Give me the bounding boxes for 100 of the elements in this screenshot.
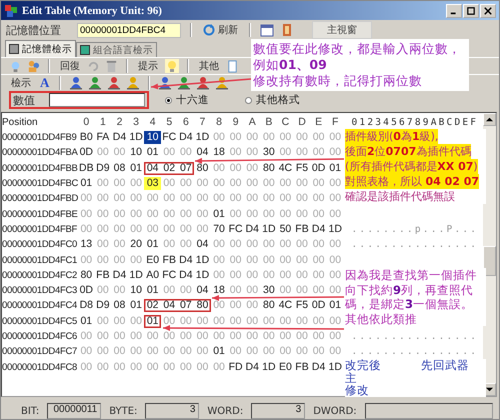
document-icon[interactable]	[226, 60, 239, 72]
column-header: 8	[215, 116, 223, 129]
hex-cell-text: 1D	[327, 222, 343, 236]
radio-option[interactable]: 十六進	[165, 93, 209, 107]
hex-cell-text: 00	[328, 238, 342, 252]
person-icon[interactable]	[215, 76, 230, 90]
address-cell: 00000001DD4FBD	[2, 193, 78, 204]
hex-cell-text: 00	[112, 192, 126, 206]
hex-cell-text: 00	[312, 177, 326, 190]
column-header: 6	[182, 116, 190, 129]
lightbulb-icon[interactable]	[165, 59, 179, 73]
hex-cell-text: D4	[178, 131, 194, 144]
other-button[interactable]: 其他	[197, 59, 221, 73]
address-field[interactable]: 00000001DD4FBC4	[77, 22, 181, 38]
hex-cell-text: 00	[295, 254, 309, 267]
hex-cell-text: 00	[79, 192, 94, 206]
hex-cell-text: 1D	[128, 268, 144, 282]
hex-cell-text: 00	[129, 192, 143, 206]
hex-cell-text: 00	[96, 146, 110, 160]
view-button[interactable]: 檢示	[9, 76, 33, 90]
hex-cell-text: 00	[112, 208, 126, 221]
hex-cell-text: 00	[146, 222, 160, 236]
trash-icon[interactable]	[105, 60, 118, 72]
hex-cell-text: 00	[79, 345, 94, 358]
people-icon[interactable]	[27, 60, 40, 72]
hex-cell-text: 01	[328, 162, 342, 175]
tab[interactable]: 記憶體檢示	[5, 40, 76, 57]
close-button[interactable]	[480, 4, 496, 18]
hex-cell-text: 1D	[128, 131, 144, 144]
hex-cell-text: FA	[95, 131, 110, 144]
scroll-thumb[interactable]	[483, 246, 496, 276]
person-icon[interactable]	[158, 76, 172, 90]
hex-cell-text: 00	[212, 360, 226, 374]
lightbulb-icon[interactable]	[9, 60, 22, 72]
hex-cell-text: 00	[295, 192, 309, 206]
hex-cell-text: 00	[112, 238, 126, 252]
hex-cell-text: 00	[179, 177, 193, 190]
hex-cell-text: 00	[262, 131, 276, 144]
hex-cell-text: 01	[79, 177, 94, 190]
hex-cell-text: 00	[312, 131, 326, 144]
refresh-button[interactable]: 刷新	[201, 23, 240, 37]
address-cell: 00000001DD4FC3	[2, 285, 78, 296]
hex-cell-text: 00	[295, 284, 309, 298]
minimize-button[interactable]	[446, 4, 462, 18]
hex-cell-text: 70	[212, 222, 226, 236]
hex-cell-text: 00	[312, 345, 326, 358]
person-icon[interactable]	[107, 76, 122, 90]
main-window-button[interactable]: 主視窗	[312, 21, 372, 39]
hex-cell-text: 18	[212, 284, 226, 298]
hex-cell-text: 4C	[278, 162, 294, 175]
tab[interactable]: 組合語言檢示	[76, 42, 157, 57]
hex-cell-text: 00	[328, 177, 342, 190]
hex-cell-text: FC	[161, 268, 178, 282]
person-icon[interactable]	[196, 76, 210, 90]
person-icon[interactable]	[69, 76, 84, 90]
hex-cell-text: D8	[78, 299, 94, 312]
door-icon[interactable]	[280, 23, 294, 37]
scroll-up-icon[interactable]	[486, 116, 493, 123]
restore-button[interactable]: 回復	[58, 59, 82, 73]
hex-cell-text: 00	[278, 238, 292, 252]
hex-cell-text: 00	[162, 345, 176, 358]
hex-cell-text: 30	[262, 284, 276, 298]
annotation-text: 確認是該插件代碼無誤	[345, 189, 455, 204]
hex-cell-text: 00	[295, 314, 309, 328]
hex-cell-text: 00	[196, 345, 210, 358]
person-icon[interactable]	[177, 76, 192, 90]
hex-cell-text: 00	[278, 146, 292, 160]
hex-cell-text: 00	[262, 177, 276, 190]
annotation-text: 其他依此類推	[345, 312, 417, 326]
address-cell: 00000001DD4FC7	[2, 346, 78, 358]
hex-cell-text: 00	[112, 314, 126, 328]
hex-cell-text: 00	[212, 254, 226, 267]
person-icon[interactable]	[126, 76, 140, 90]
value-field[interactable]	[49, 93, 145, 107]
hex-cell-text: 00	[96, 345, 110, 358]
value-label: 數值	[13, 92, 35, 108]
hex-cell-text: 00	[245, 162, 260, 175]
status-value: 00000011	[47, 403, 102, 419]
hex-cell-text: 00	[262, 238, 276, 252]
maximize-button[interactable]	[463, 4, 479, 18]
hex-cell-text: 00	[212, 177, 226, 190]
hex-cell-text: 00	[245, 131, 260, 144]
column-header: 0123456789ABCDEF	[352, 117, 478, 128]
calendar-icon[interactable]	[260, 23, 274, 37]
scroll-down-icon[interactable]	[486, 386, 493, 393]
person-icon[interactable]	[88, 76, 102, 90]
annotation-text: 先回武器	[421, 359, 469, 372]
hex-cell-text: 00	[162, 146, 176, 160]
hex-cell-text: 80	[196, 162, 210, 175]
annotation-text: 後面2位0707為插件代碼	[345, 144, 472, 159]
hex-cell-text: 1D	[327, 360, 343, 374]
hex-cell-text: D4	[244, 222, 260, 236]
radio-option[interactable]: 其他格式	[245, 93, 300, 107]
hex-cell-text: 00	[96, 222, 110, 236]
address-cell: 00000001DD4FC4	[2, 300, 78, 312]
font-button[interactable]: A	[38, 75, 52, 91]
hex-cell-text: 04	[196, 284, 210, 298]
hex-cell-text: 00	[278, 208, 292, 221]
annotation-text: 主	[345, 372, 357, 384]
hint-button[interactable]: 提示	[136, 59, 160, 73]
